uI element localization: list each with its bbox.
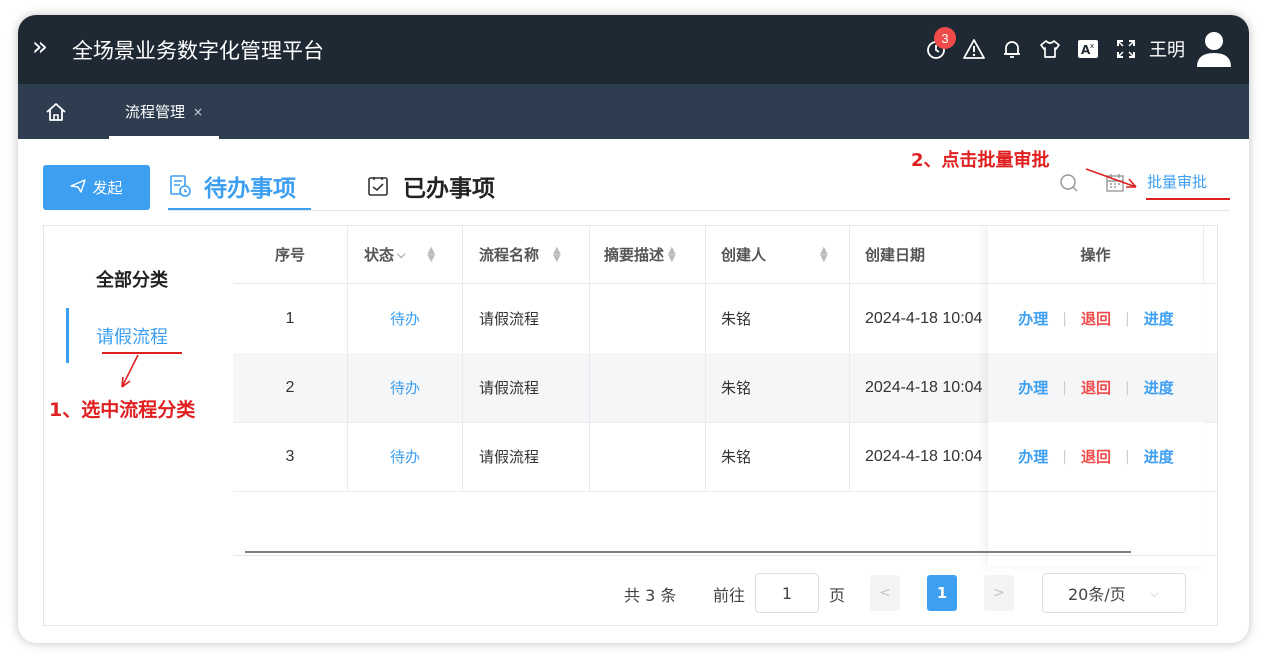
home-icon[interactable] [45, 101, 67, 123]
user-name[interactable]: 王明 [1149, 36, 1185, 62]
annotation-arrow-2 [1085, 168, 1137, 188]
cell-creator: 朱铭 [706, 353, 850, 422]
shirt-icon[interactable] [1031, 31, 1069, 67]
category-panel: 全部分类 请假流程 [43, 225, 235, 626]
col-date: 创建日期 [865, 246, 926, 264]
annotation-underline-2 [1146, 198, 1230, 200]
start-label: 发起 [92, 179, 123, 197]
col-name[interactable]: 流程名称 ▲ ▼ [463, 226, 590, 283]
page-size-select[interactable]: 20条/页 ⌵ [1042, 573, 1186, 613]
batch-approve-link[interactable]: 批量审批 [1147, 171, 1207, 192]
fullscreen-icon[interactable] [1107, 31, 1145, 67]
sort-icon: ▲ ▼ [820, 244, 828, 264]
horizontal-scrollbar[interactable] [245, 551, 1131, 553]
col-creator[interactable]: 创建人 ▲ ▼ [706, 226, 850, 283]
cell-date: 2024-4-18 10:04 [865, 309, 983, 327]
todo-list-icon [170, 175, 191, 197]
tab-todo[interactable]: 待办事项 [168, 165, 296, 207]
sort-icon: ▲ ▼ [553, 244, 561, 264]
col-status[interactable]: 状态 ⌵ ▲ ▼ [348, 226, 463, 283]
chevron-right-icon: > [993, 585, 1005, 601]
tab-process-management[interactable]: 流程管理 × [109, 84, 220, 139]
process-table: 序号 状态 ⌵ ▲ ▼ 流程名称 ▲ ▼ 摘要描述 ▲ ▼ 创建人 ▲ ▼ 创建日期 操作 1 待… [233, 225, 1218, 626]
pagination: 共 3 条 前往 1 页 < 1 > 20条/页 ⌵ [233, 555, 1217, 625]
cell-creator: 朱铭 [706, 284, 850, 353]
user-avatar-icon[interactable] [1195, 29, 1233, 69]
col-index: 序号 [233, 226, 348, 283]
pagination-page-suffix: 页 [829, 586, 846, 605]
tab-active-indicator [109, 136, 220, 139]
cell-name: 请假流程 [463, 353, 590, 422]
annotation-step-2: 2、点击批量审批 [911, 150, 1050, 171]
cell-date: 2024-4-18 10:04 [865, 378, 983, 396]
search-icon[interactable] [1059, 173, 1079, 193]
sort-icon: ▲ ▼ [668, 244, 676, 264]
close-icon[interactable]: × [193, 105, 203, 119]
col-summary[interactable]: 摘要描述 ▲ ▼ [590, 226, 706, 283]
app-window: » 全场景业务数字化管理平台 3 Ax 王明 流程管理 × 发起 待办事项 已办… [18, 15, 1249, 643]
top-bar: » 全场景业务数字化管理平台 3 Ax 王明 [18, 15, 1249, 84]
svg-text:x: x [1090, 42, 1094, 50]
notification-badge: 3 [934, 27, 956, 49]
top-bar-icons: 3 Ax 王明 [917, 25, 1233, 73]
cell-index: 1 [233, 284, 348, 353]
cell-summary [590, 422, 706, 491]
toolbar-divider [168, 210, 1230, 211]
tab-bar: 流程管理 × [18, 84, 1249, 139]
next-page-button[interactable]: > [984, 575, 1014, 611]
app-title: 全场景业务数字化管理平台 [72, 39, 324, 63]
clock-icon[interactable]: 3 [917, 27, 956, 67]
fixed-actions-column-shadow [988, 226, 1204, 566]
tab-todo-label: 待办事项 [204, 176, 296, 202]
cell-status: 待办 [348, 284, 463, 353]
category-active-indicator [66, 308, 69, 363]
tab-label: 流程管理 [125, 103, 186, 121]
pagination-goto-label: 前往 [713, 586, 746, 605]
chevron-left-icon: < [879, 585, 891, 601]
annotation-step-1: 1、选中流程分类 [49, 399, 196, 421]
cell-name: 请假流程 [463, 284, 590, 353]
cell-date: 2024-4-18 10:04 [865, 447, 983, 465]
sort-icon: ▲ ▼ [427, 244, 436, 264]
translate-icon[interactable]: Ax [1069, 31, 1107, 67]
cell-status: 待办 [348, 422, 463, 491]
prev-page-button[interactable]: < [870, 575, 900, 611]
page-jump-input[interactable]: 1 [755, 573, 819, 613]
category-leave-process[interactable]: 请假流程 [96, 323, 168, 349]
cell-summary [590, 353, 706, 422]
bell-icon[interactable] [993, 31, 1031, 67]
cell-index: 2 [233, 353, 348, 422]
cell-status: 待办 [348, 353, 463, 422]
chevron-down-icon: ⌵ [1149, 585, 1159, 600]
category-all[interactable]: 全部分类 [96, 266, 168, 292]
paper-plane-icon [70, 178, 87, 197]
pagination-total: 共 3 条 [624, 586, 677, 605]
cell-name: 请假流程 [463, 422, 590, 491]
double-chevron-right-icon[interactable]: » [32, 34, 48, 60]
page-number-current[interactable]: 1 [927, 575, 957, 611]
start-button[interactable]: 发起 [43, 165, 150, 210]
checked-calendar-icon [368, 177, 388, 196]
cell-summary [590, 284, 706, 353]
tab-done[interactable]: 已办事项 [367, 165, 495, 207]
cell-index: 3 [233, 422, 348, 491]
cell-creator: 朱铭 [706, 422, 850, 491]
chevron-down-icon: ⌵ [397, 247, 406, 261]
warning-icon[interactable] [955, 31, 993, 67]
annotation-arrow-1 [121, 354, 139, 388]
page-size-label: 20条/页 [1068, 585, 1126, 604]
tab-done-label: 已办事项 [403, 176, 495, 202]
